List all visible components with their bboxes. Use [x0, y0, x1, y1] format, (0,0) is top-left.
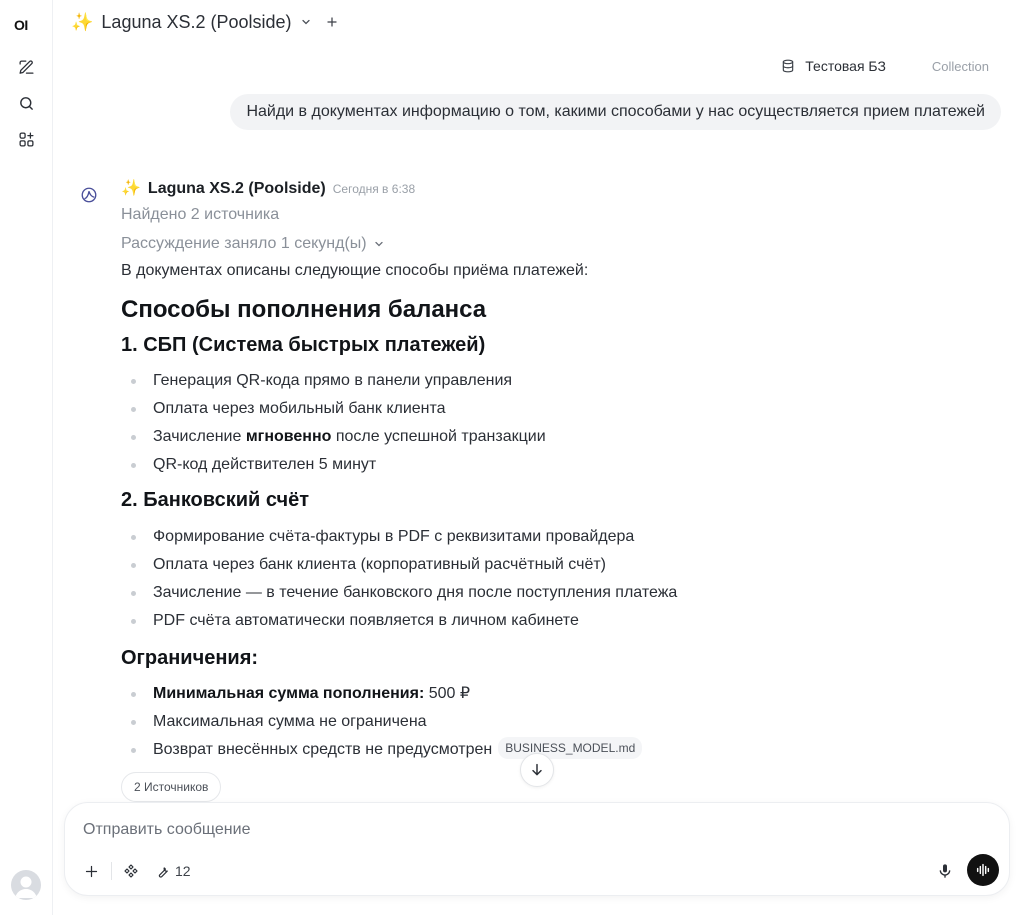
model-name: Laguna XS.2 (Poolside) — [101, 11, 292, 32]
sources-button[interactable]: 2 Источников — [121, 772, 222, 802]
knowledge-base-name: Тестовая БЗ — [805, 58, 886, 74]
database-icon — [783, 59, 794, 73]
app-logo[interactable]: OI — [14, 15, 40, 35]
section-heading-sbp: 1. СБП (Система быстрых платежей) — [121, 334, 486, 356]
model-avatar-icon — [81, 187, 97, 203]
list-item: Оплата через банк клиента (корпоративный… — [121, 551, 981, 579]
knowledge-reference: Тестовая БЗ Collection — [781, 58, 989, 74]
voice-mode-button[interactable] — [967, 854, 999, 886]
reasoning-label: Рассуждение заняло 1 секунд(ы) — [121, 235, 367, 252]
assistant-header: ✨ Laguna XS.2 (Poolside) Сегодня в 6:38 — [121, 178, 981, 198]
user-message: Найди в документах информацию о том, как… — [230, 94, 1001, 130]
message-timestamp: Сегодня в 6:38 — [332, 182, 416, 196]
dictate-button[interactable] — [935, 857, 955, 885]
chevron-down-icon — [375, 241, 383, 247]
chevron-down-icon — [301, 19, 310, 25]
audio-waveform-icon — [976, 863, 990, 877]
assistant-name: Laguna XS.2 (Poolside) — [147, 180, 326, 197]
list-item: Оплата через мобильный банк клиента — [121, 395, 981, 423]
user-avatar[interactable] — [11, 870, 41, 900]
microphone-icon — [939, 864, 951, 878]
plus-icon — [326, 16, 337, 27]
response-intro: В документах описаны следующие способы п… — [121, 262, 589, 279]
section-heading-bank: 2. Банковский счёт — [121, 489, 309, 511]
sparkles-icon: ✨ — [121, 180, 141, 197]
search-button[interactable] — [12, 89, 40, 117]
message-input[interactable] — [83, 817, 963, 843]
list-item: QR-код действителен 5 минут — [121, 451, 981, 479]
message-composer: 12 — [64, 802, 1010, 896]
sidebar: OI — [0, 0, 53, 915]
integrations-button[interactable] — [121, 857, 141, 885]
wrench-icon — [158, 866, 168, 878]
citation-chip[interactable]: BUSINESS_MODEL.md — [498, 737, 643, 759]
section-heading-limits: Ограничения: — [121, 647, 259, 669]
list-item: Минимальная сумма пополнения: 500 ₽ — [121, 680, 981, 708]
sbp-list: Генерация QR-кода прямо в панели управле… — [121, 367, 981, 479]
bank-list: Формирование счёта-фактуры в PDF с рекви… — [121, 523, 981, 635]
workspace-button[interactable] — [12, 125, 40, 153]
sparkles-icon: ✨ — [71, 11, 94, 32]
add-model-button[interactable] — [326, 12, 338, 33]
list-item: Генерация QR-кода прямо в панели управле… — [121, 367, 981, 395]
new-chat-button[interactable] — [12, 53, 40, 81]
apps-icon — [18, 131, 34, 147]
edit-icon — [18, 59, 34, 74]
tools-count: 12 — [175, 863, 191, 879]
limits-list: Минимальная сумма пополнения: 500 ₽ Макс… — [121, 680, 981, 764]
chat-header: ✨ Laguna XS.2 (Poolside) — [53, 0, 1021, 44]
knowledge-base-link[interactable]: Тестовая БЗ — [781, 58, 886, 74]
tools-button[interactable]: 12 — [155, 857, 191, 885]
list-item: Зачисление мгновенно после успешной тран… — [121, 423, 981, 451]
arrow-down-icon — [532, 763, 542, 776]
integrations-icon — [124, 864, 138, 878]
list-item: Зачисление — в течение банковского дня п… — [121, 579, 981, 607]
user-avatar-icon — [15, 876, 37, 898]
list-item: PDF счёта автоматически появляется в лич… — [121, 607, 981, 635]
knowledge-type: Collection — [931, 58, 989, 74]
response-heading: Способы пополнения баланса — [121, 296, 487, 323]
toolbar-divider — [111, 862, 112, 880]
sources-found-status[interactable]: Найдено 2 источника — [121, 206, 981, 226]
reasoning-toggle[interactable]: Рассуждение заняло 1 секунд(ы) — [121, 234, 981, 254]
attach-button[interactable] — [81, 857, 101, 885]
scroll-to-bottom-button[interactable] — [520, 753, 554, 787]
model-selector[interactable]: ✨ Laguna XS.2 (Poolside) — [71, 12, 312, 33]
list-item: Максимальная сумма не ограничена — [121, 708, 981, 736]
search-icon — [19, 96, 33, 110]
plus-icon — [85, 865, 97, 877]
assistant-message: ✨ Laguna XS.2 (Poolside) Сегодня в 6:38 … — [121, 178, 981, 802]
list-item: Формирование счёта-фактуры в PDF с рекви… — [121, 523, 981, 551]
